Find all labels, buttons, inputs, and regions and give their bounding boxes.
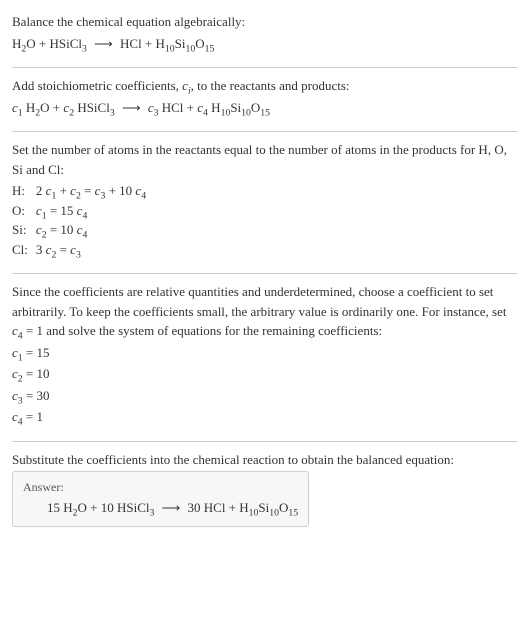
answer-box: Answer: 15 H2O + 10 HSiCl3 ⟶ 30 HCl + H1… — [12, 471, 309, 527]
divider — [12, 67, 517, 68]
element-label: H: — [12, 181, 36, 201]
step1-equation: c1 H2O + c2 HSiCl3 ⟶ c3 HCl + c4 H10Si10… — [12, 98, 517, 118]
step2-section: Set the number of atoms in the reactants… — [12, 136, 517, 269]
step1-text: Add stoichiometric coefficients, ci, to … — [12, 76, 517, 96]
balance-equation: 3 c2 = c3 — [36, 240, 152, 260]
solution-line: c2 = 10 — [12, 364, 517, 384]
divider — [12, 131, 517, 132]
table-row: O: c1 = 15 c4 — [12, 201, 152, 221]
table-row: Si: c2 = 10 c4 — [12, 220, 152, 240]
element-label: O: — [12, 201, 36, 221]
solution-line: c1 = 15 — [12, 343, 517, 363]
table-row: H: 2 c1 + c2 = c3 + 10 c4 — [12, 181, 152, 201]
step1-section: Add stoichiometric coefficients, ci, to … — [12, 72, 517, 127]
answer-equation: 15 H2O + 10 HSiCl3 ⟶ 30 HCl + H10Si10O15 — [23, 498, 298, 518]
solution-line: c3 = 30 — [12, 386, 517, 406]
solution-line: c4 = 1 — [12, 407, 517, 427]
step4-section: Substitute the coefficients into the che… — [12, 446, 517, 535]
intro-section: Balance the chemical equation algebraica… — [12, 8, 517, 63]
answer-label: Answer: — [23, 478, 298, 496]
step2-text: Set the number of atoms in the reactants… — [12, 140, 517, 179]
intro-equation: H2O + HSiCl3 ⟶ HCl + H10Si10O15 — [12, 34, 517, 54]
element-label: Si: — [12, 220, 36, 240]
element-label: Cl: — [12, 240, 36, 260]
table-row: Cl: 3 c2 = c3 — [12, 240, 152, 260]
balance-equation: 2 c1 + c2 = c3 + 10 c4 — [36, 181, 152, 201]
balance-equation: c2 = 10 c4 — [36, 220, 152, 240]
divider — [12, 273, 517, 274]
atom-balance-table: H: 2 c1 + c2 = c3 + 10 c4 O: c1 = 15 c4 … — [12, 181, 152, 259]
intro-text: Balance the chemical equation algebraica… — [12, 12, 517, 32]
step4-text: Substitute the coefficients into the che… — [12, 450, 517, 470]
step3-section: Since the coefficients are relative quan… — [12, 278, 517, 437]
balance-equation: c1 = 15 c4 — [36, 201, 152, 221]
divider — [12, 441, 517, 442]
step3-text: Since the coefficients are relative quan… — [12, 282, 517, 341]
